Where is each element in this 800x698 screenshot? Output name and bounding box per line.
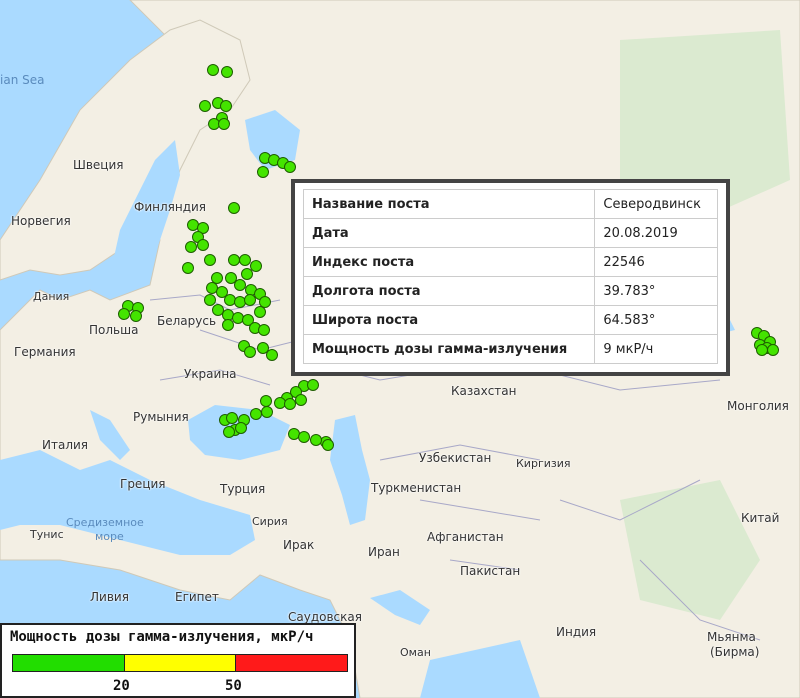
post-marker[interactable] bbox=[197, 239, 209, 251]
label-mediterranean: Средиземное bbox=[66, 516, 144, 529]
label-iran: Иран bbox=[368, 545, 400, 559]
post-marker[interactable] bbox=[226, 412, 238, 424]
dose-legend: Мощность дозы гамма-излучения, мкР/ч 20 … bbox=[0, 623, 356, 698]
post-info-popup: Название поста Северодвинск Дата 20.08.2… bbox=[291, 179, 730, 376]
popup-key: Название поста bbox=[302, 189, 596, 219]
label-turkey: Турция bbox=[220, 482, 266, 496]
popup-value: Северодвинск bbox=[594, 189, 718, 219]
popup-row: Долгота поста 39.783° bbox=[302, 276, 718, 306]
post-marker[interactable] bbox=[250, 408, 262, 420]
post-marker[interactable] bbox=[310, 434, 322, 446]
post-marker[interactable] bbox=[182, 262, 194, 274]
label-syria: Сирия bbox=[252, 515, 288, 528]
popup-key: Широта поста bbox=[302, 305, 596, 335]
legend-tick-20: 20 bbox=[113, 678, 130, 694]
label-mediterranean-2: море bbox=[95, 530, 124, 543]
post-marker[interactable] bbox=[261, 406, 273, 418]
legend-band-mid bbox=[124, 655, 237, 671]
popup-key: Индекс поста bbox=[302, 247, 596, 277]
label-finland: Финляндия bbox=[134, 200, 207, 214]
post-marker[interactable] bbox=[322, 439, 334, 451]
post-marker[interactable] bbox=[244, 294, 256, 306]
label-myanmar-2: (Бирма) bbox=[710, 645, 760, 659]
popup-value: 20.08.2019 bbox=[594, 218, 718, 248]
post-marker[interactable] bbox=[118, 308, 130, 320]
post-marker[interactable] bbox=[218, 118, 230, 130]
label-saudi: Саудовская bbox=[288, 610, 362, 624]
label-oman: Оман bbox=[400, 646, 431, 659]
post-marker[interactable] bbox=[222, 319, 234, 331]
post-marker[interactable] bbox=[204, 254, 216, 266]
post-marker[interactable] bbox=[295, 394, 307, 406]
label-denmark: Дания bbox=[33, 290, 70, 303]
post-marker[interactable] bbox=[307, 379, 319, 391]
label-belarus: Беларусь bbox=[157, 314, 217, 328]
label-germany: Германия bbox=[14, 345, 76, 359]
legend-band-low bbox=[13, 655, 125, 671]
popup-row: Индекс поста 22546 bbox=[302, 247, 718, 277]
label-mongolia: Монголия bbox=[727, 399, 789, 413]
popup-row: Дата 20.08.2019 bbox=[302, 218, 718, 248]
label-china: Китай bbox=[741, 511, 780, 525]
post-marker[interactable] bbox=[241, 268, 253, 280]
popup-value: 39.783° bbox=[594, 276, 718, 306]
popup-row: Широта поста 64.583° bbox=[302, 305, 718, 335]
post-marker[interactable] bbox=[199, 100, 211, 112]
label-sweden: Швеция bbox=[73, 158, 124, 172]
label-italy: Италия bbox=[42, 438, 89, 452]
label-afghanistan: Афганистан bbox=[427, 530, 504, 544]
post-marker[interactable] bbox=[228, 202, 240, 214]
post-marker[interactable] bbox=[130, 310, 142, 322]
label-romania: Румыния bbox=[133, 410, 189, 424]
legend-color-scale bbox=[12, 654, 348, 672]
label-kazakhstan: Казахстан bbox=[451, 384, 517, 398]
post-marker[interactable] bbox=[258, 324, 270, 336]
legend-title: Мощность дозы гамма-излучения, мкР/ч bbox=[10, 629, 314, 645]
label-iraq: Ирак bbox=[283, 538, 315, 552]
label-greece: Греция bbox=[120, 477, 166, 491]
label-ukraine: Украина bbox=[184, 367, 237, 381]
post-marker[interactable] bbox=[185, 241, 197, 253]
label-norway: Норвегия bbox=[11, 214, 71, 228]
popup-value: 9 мкР/ч bbox=[594, 334, 718, 364]
label-myanmar: Мьянма bbox=[707, 630, 756, 644]
popup-value: 22546 bbox=[594, 247, 718, 277]
popup-value: 64.583° bbox=[594, 305, 718, 335]
post-marker[interactable] bbox=[767, 344, 779, 356]
popup-row: Название поста Северодвинск bbox=[302, 189, 718, 219]
post-marker[interactable] bbox=[220, 100, 232, 112]
label-india: Индия bbox=[556, 625, 597, 639]
post-marker[interactable] bbox=[207, 64, 219, 76]
popup-key: Мощность дозы гамма-излучения bbox=[302, 334, 596, 364]
popup-key: Дата bbox=[302, 218, 596, 248]
popup-row: Мощность дозы гамма-излучения 9 мкР/ч bbox=[302, 334, 718, 364]
post-info-table: Название поста Северодвинск Дата 20.08.2… bbox=[302, 189, 718, 364]
label-uzbekistan: Узбекистан bbox=[419, 451, 492, 465]
label-poland: Польша bbox=[89, 323, 139, 337]
legend-band-high bbox=[236, 655, 348, 671]
popup-key: Долгота поста bbox=[302, 276, 596, 306]
map[interactable]: ian Sea Швеция Финляндия Норвегия Дания … bbox=[0, 0, 800, 698]
label-egypt: Египет bbox=[175, 590, 219, 604]
post-marker[interactable] bbox=[266, 349, 278, 361]
legend-tick-50: 50 bbox=[225, 678, 242, 694]
label-libya: Ливия bbox=[90, 590, 129, 604]
label-kyrgyzstan: Киргизия bbox=[516, 457, 571, 470]
post-marker[interactable] bbox=[254, 306, 266, 318]
post-marker[interactable] bbox=[298, 431, 310, 443]
post-marker[interactable] bbox=[244, 346, 256, 358]
post-marker[interactable] bbox=[284, 161, 296, 173]
label-sea: ian Sea bbox=[0, 73, 45, 87]
post-marker[interactable] bbox=[223, 426, 235, 438]
post-marker[interactable] bbox=[235, 422, 247, 434]
post-marker[interactable] bbox=[257, 166, 269, 178]
label-tunisia: Тунис bbox=[30, 528, 64, 541]
post-marker[interactable] bbox=[221, 66, 233, 78]
label-turkmenistan: Туркменистан bbox=[371, 481, 462, 495]
label-pakistan: Пакистан bbox=[460, 564, 521, 578]
